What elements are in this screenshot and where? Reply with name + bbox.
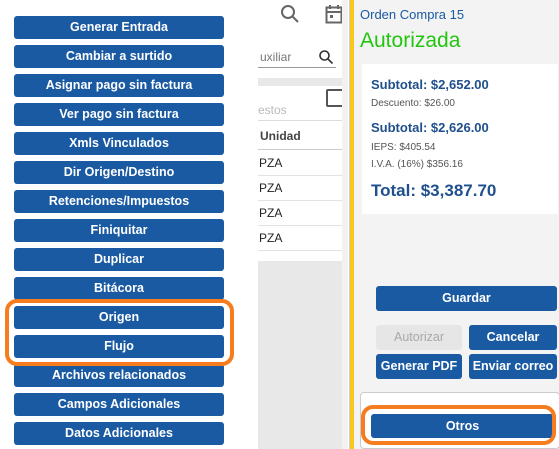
asignar-pago-sin-factura-button[interactable]: Asignar pago sin factura [14,74,224,97]
ieps-line: IEPS: $405.54 [371,142,436,153]
campos-adicionales-button[interactable]: Campos Adicionales [14,393,224,416]
totals-card: Subtotal: $2,652.00 Descuento: $26.00 Su… [362,64,558,214]
column-header-unidad[interactable]: Unidad [258,120,346,150]
enviar-correo-button[interactable]: Enviar correo [469,354,557,379]
iva-line: I.V.A. (16%) $356.16 [371,159,463,170]
subtotal-after-discount-line: Subtotal: $2,626.00 [371,120,489,135]
cambiar-a-surtido-button[interactable]: Cambiar a surtido [14,45,224,68]
duplicar-button[interactable]: Duplicar [14,248,224,271]
order-status: Autorizada [360,29,461,52]
ver-pago-sin-factura-button[interactable]: Ver pago sin factura [14,103,224,126]
total-line: Total: $3,387.70 [371,181,497,200]
finiquitar-button[interactable]: Finiquitar [14,219,224,242]
subtotal-line: Subtotal: $2,652.00 [371,77,489,92]
cancelar-button[interactable]: Cancelar [469,325,557,350]
scrollbar[interactable] [342,0,348,449]
order-title: Orden Compra 15 [360,7,465,22]
archivos-relacionados-button[interactable]: Archivos relacionados [14,364,224,387]
order-summary-panel: Orden Compra 15 Autorizada Subtotal: $2,… [349,0,559,449]
descuento-line: Descuento: $26.00 [371,98,455,109]
autorizar-button[interactable]: Autorizar [376,325,462,350]
table-row-unidad[interactable]: PZA [258,201,346,226]
generar-entrada-button[interactable]: Generar Entrada [14,16,224,39]
search-icon[interactable] [318,49,334,65]
search-icon[interactable] [280,4,300,24]
table-row-unidad[interactable]: PZA [258,176,346,201]
table-row-unidad[interactable]: PZA [258,151,346,176]
table-row-unidad[interactable]: PZA [258,226,346,251]
status-accent-strip [350,0,354,449]
detail-table-area: uxiliar estos Unidad PZA PZA PZA PZA [258,0,348,449]
bitacora-button[interactable]: Bitácora [14,277,224,300]
retenciones-impuestos-button[interactable]: Retenciones/Impuestos [14,190,224,213]
faded-column-label: estos [258,103,287,117]
highlight-otros [361,405,556,445]
xmls-vinculados-button[interactable]: Xmls Vinculados [14,132,224,155]
highlight-origen-flujo [5,299,234,366]
generar-pdf-button[interactable]: Generar PDF [376,354,462,379]
dir-origen-destino-button[interactable]: Dir Origen/Destino [14,161,224,184]
datos-adicionales-button[interactable]: Datos Adicionales [14,422,224,445]
calendar-icon[interactable] [325,4,343,24]
actions-menu: Generar Entrada Cambiar a surtido Asigna… [0,0,262,449]
guardar-button[interactable]: Guardar [376,286,557,311]
